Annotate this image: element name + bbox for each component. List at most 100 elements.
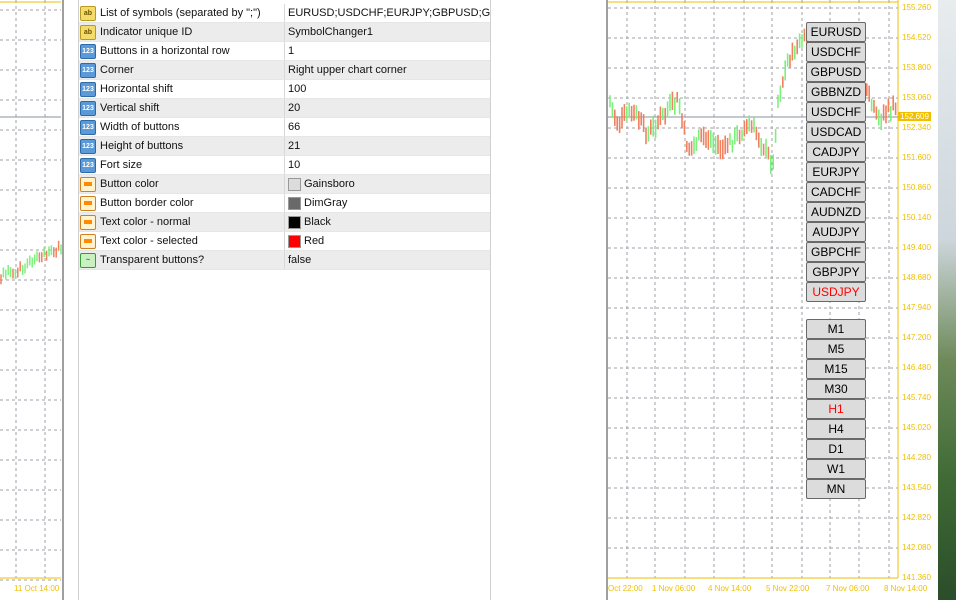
property-row[interactable]: ~ Transparent buttons? false	[79, 251, 490, 270]
color-type-icon	[80, 176, 96, 192]
price-label: 149.400	[902, 243, 931, 252]
symbol-button-gbpjpy[interactable]: GBPJPY	[806, 262, 866, 282]
left-chart[interactable]: 11 Oct 14:00	[0, 0, 64, 600]
divider	[490, 0, 491, 600]
time-label: 4 Nov 14:00	[708, 584, 752, 593]
property-value[interactable]: Right upper chart corner	[285, 61, 490, 79]
symbol-button-usdchf[interactable]: USDCHF	[806, 102, 866, 122]
symbol-button-cadchf[interactable]: CADCHF	[806, 182, 866, 202]
properties-table: ab List of symbols (separated by ";") EURU…	[79, 4, 490, 270]
timeframe-button-m15[interactable]: M15	[806, 359, 866, 379]
symbol-button-audnzd[interactable]: AUDNZD	[806, 202, 866, 222]
timeframe-button-m5[interactable]: M5	[806, 339, 866, 359]
color-type-icon	[80, 195, 96, 211]
property-name: 123 Horizontal shift	[79, 80, 285, 98]
property-value[interactable]: false	[285, 251, 490, 269]
desktop-background	[938, 0, 956, 600]
time-label: 8 Nov 14:00	[884, 584, 928, 593]
property-row[interactable]: Text color - normal Black	[79, 213, 490, 232]
color-type-icon	[80, 214, 96, 230]
symbol-button-eurjpy[interactable]: EURJPY	[806, 162, 866, 182]
price-label: 150.860	[902, 183, 931, 192]
price-label: 142.080	[902, 543, 931, 552]
property-value[interactable]: 10	[285, 156, 490, 174]
boolean-type-icon: ~	[80, 252, 96, 268]
price-label: 151.600	[902, 153, 931, 162]
timeframe-button-m30[interactable]: M30	[806, 379, 866, 399]
color-swatch	[288, 177, 301, 191]
property-value[interactable]: 66	[285, 118, 490, 136]
symbol-button-audjpy[interactable]: AUDJPY	[806, 222, 866, 242]
symbol-button-gbbnzd[interactable]: GBBNZD	[806, 82, 866, 102]
price-label: 141.360	[902, 573, 931, 582]
property-row[interactable]: 123 Horizontal shift 100	[79, 80, 490, 99]
property-value[interactable]: Red	[285, 232, 490, 250]
symbol-button-cadjpy[interactable]: CADJPY	[806, 142, 866, 162]
property-row[interactable]: 123 Corner Right upper chart corner	[79, 61, 490, 80]
price-label: 145.740	[902, 393, 931, 402]
property-row[interactable]: Button border color DimGray	[79, 194, 490, 213]
timeframe-button-w1[interactable]: W1	[806, 459, 866, 479]
property-row[interactable]: Text color - selected Red	[79, 232, 490, 251]
property-row[interactable]: 123 Vertical shift 20	[79, 99, 490, 118]
property-value[interactable]: DimGray	[285, 194, 490, 212]
price-chart[interactable]: 155.260 154.520 153.800 153.060 152.340 151.6…	[606, 0, 940, 600]
time-label: 7 Nov 06:00	[826, 584, 870, 593]
property-name: Button border color	[79, 194, 285, 212]
timeframe-button-h4[interactable]: H4	[806, 419, 866, 439]
symbol-button-usdchf[interactable]: USDCHF	[806, 42, 866, 62]
property-name: 123 Vertical shift	[79, 99, 285, 117]
property-name: Button color	[79, 175, 285, 193]
price-label: 154.520	[902, 33, 931, 42]
price-label: 146.480	[902, 363, 931, 372]
property-row[interactable]: 123 Width of buttons 66	[79, 118, 490, 137]
property-value[interactable]: 21	[285, 137, 490, 155]
property-name: 123 Corner	[79, 61, 285, 79]
number-type-icon: 123	[80, 62, 96, 78]
panel-margin	[64, 0, 79, 600]
price-label: 148.680	[902, 273, 931, 282]
string-type-icon: ab	[80, 5, 96, 21]
property-name: Text color - normal	[79, 213, 285, 231]
property-row[interactable]: 123 Buttons in a horizontal row 1	[79, 42, 490, 61]
color-swatch	[288, 196, 301, 210]
timeframe-button-m1[interactable]: M1	[806, 319, 866, 339]
number-type-icon: 123	[80, 119, 96, 135]
left-chart-canvas	[0, 0, 62, 581]
property-name: 123 Width of buttons	[79, 118, 285, 136]
property-name: 123 Height of buttons	[79, 137, 285, 155]
property-value[interactable]: SymbolChanger1	[285, 23, 490, 41]
timeframe-button-d1[interactable]: D1	[806, 439, 866, 459]
property-value[interactable]: Gainsboro	[285, 175, 490, 193]
symbol-button-gbpchf[interactable]: GBPCHF	[806, 242, 866, 262]
symbol-button-gbpusd[interactable]: GBPUSD	[806, 62, 866, 82]
property-value[interactable]: 100	[285, 80, 490, 98]
property-name: 123 Fort size	[79, 156, 285, 174]
symbol-button-usdcad[interactable]: USDCAD	[806, 122, 866, 142]
property-value[interactable]: EURUSD;USDCHF;EURJPY;GBPUSD;GBP...	[285, 4, 490, 22]
property-name: Text color - selected	[79, 232, 285, 250]
price-label: 153.060	[902, 93, 931, 102]
current-price-label: 152.609	[898, 112, 931, 121]
property-row[interactable]: ab Indicator unique ID SymbolChanger1	[79, 23, 490, 42]
time-label: 5 Nov 22:00	[766, 584, 810, 593]
price-label: 147.200	[902, 333, 931, 342]
property-row[interactable]: 123 Fort size 10	[79, 156, 490, 175]
price-label: 155.260	[902, 3, 931, 12]
price-label: 152.340	[902, 123, 931, 132]
property-row[interactable]: ab List of symbols (separated by ";") EURU…	[79, 4, 490, 23]
price-label: 143.540	[902, 483, 931, 492]
property-name: ab Indicator unique ID	[79, 23, 285, 41]
price-label: 142.820	[902, 513, 931, 522]
property-row[interactable]: 123 Height of buttons 21	[79, 137, 490, 156]
property-value[interactable]: Black	[285, 213, 490, 231]
property-value[interactable]: 20	[285, 99, 490, 117]
symbol-button-eurusd[interactable]: EURUSD	[806, 22, 866, 42]
time-label: 1 Nov 06:00	[652, 584, 696, 593]
property-row[interactable]: Button color Gainsboro	[79, 175, 490, 194]
timeframe-button-h1[interactable]: H1	[806, 399, 866, 419]
symbol-button-usdjpy[interactable]: USDJPY	[806, 282, 866, 302]
string-type-icon: ab	[80, 24, 96, 40]
timeframe-button-mn[interactable]: MN	[806, 479, 866, 499]
property-value[interactable]: 1	[285, 42, 490, 60]
